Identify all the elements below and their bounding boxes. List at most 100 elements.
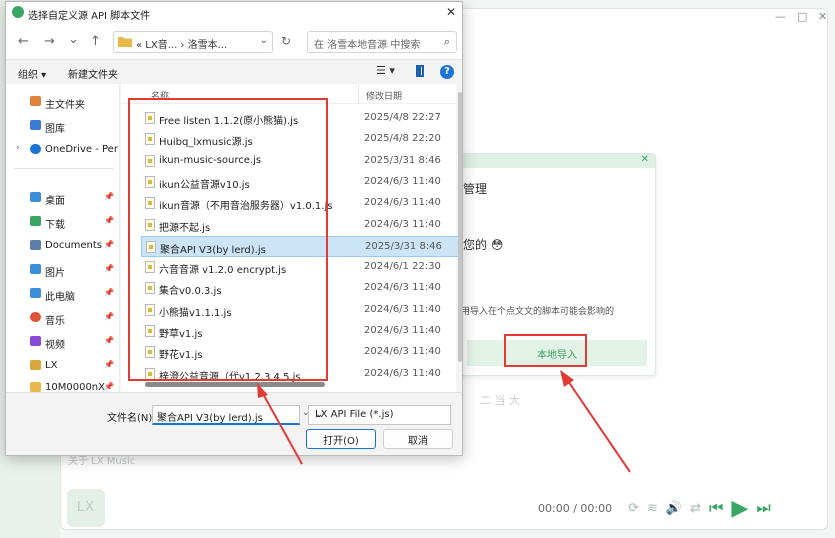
search-icon: ⌕ <box>443 35 450 48</box>
pin-icon: 📌 <box>104 336 114 345</box>
loop-icon[interactable]: ⟳ <box>628 501 639 516</box>
forward-arrow-icon[interactable]: → <box>44 34 55 49</box>
dialog-close-icon[interactable]: ✕ <box>446 5 456 19</box>
local-import-label: 本地导入 <box>537 349 577 361</box>
open-button[interactable]: 打开(O) <box>306 429 376 449</box>
view-options-button[interactable]: ☰ ▾ <box>376 64 395 77</box>
address-path: « LX音... › 洛雪本... <box>136 40 228 51</box>
nav-item-onedrive[interactable]: › OneDrive - Per <box>6 140 120 160</box>
nav-item-label: 下载 <box>45 220 65 231</box>
file-row[interactable]: ikun公益音源v10.js 2024/6/3 11:40 <box>141 172 459 193</box>
video-icon <box>30 336 41 346</box>
file-name: ikun公益音源v10.js <box>159 179 250 191</box>
recent-locations-icon[interactable]: ⌄ <box>68 32 79 47</box>
navigation-bar: ← → ⌄ ↑ « LX音... › 洛雪本... ⌄ ↻ 在 洛雪本地音源 中… <box>6 24 462 60</box>
minimize-button[interactable]: — <box>775 10 786 23</box>
file-row[interactable]: ikun音源（不用音治服务器）v1.0.1.js 2024/6/3 11:40 <box>141 193 459 214</box>
js-file-icon <box>145 175 155 188</box>
computer-icon <box>30 288 41 298</box>
pin-icon: 📌 <box>104 360 114 369</box>
panel-warning: 用导入在个点文文的脚本可能会影响的 <box>461 307 615 317</box>
file-row[interactable]: Huibq_lxmusic源.js 2025/4/8 22:20 <box>141 129 459 150</box>
search-input[interactable]: 在 洛雪本地音源 中搜索 ⌕ <box>307 31 457 53</box>
nav-item-this-pc[interactable]: 此电脑 📌 <box>6 284 120 304</box>
chevron-down-icon[interactable]: ⌄ <box>260 35 268 46</box>
file-name: 梓澄公益音源（代v1.2.3.4.5.js <box>159 371 301 383</box>
chevron-right-icon[interactable]: › <box>16 143 20 153</box>
nav-item-gallery[interactable]: 图库 <box>6 116 120 136</box>
shuffle-icon[interactable]: ⇄ <box>690 501 701 516</box>
horizontal-scrollbar[interactable] <box>145 382 325 387</box>
preview-pane-icon[interactable] <box>416 65 424 77</box>
up-arrow-icon[interactable]: ↑ <box>90 34 101 49</box>
file-row[interactable]: 六音音源 v1.2.0 encrypt.js 2024/6/1 22:30 <box>141 257 459 278</box>
lyrics-icon[interactable]: ≋ <box>647 501 658 516</box>
file-row[interactable]: Free listen 1.1.2(原小熊猫).js 2025/4/8 22:27 <box>141 108 459 129</box>
file-row[interactable]: 野花v1.js 2024/6/3 11:40 <box>141 342 459 363</box>
filename-input[interactable]: 聚合API V3(by lerd).js <box>152 405 300 425</box>
search-placeholder: 在 洛雪本地音源 中搜索 <box>314 40 421 51</box>
folder-icon <box>118 37 132 47</box>
navigation-pane: 主文件夹 图库 › OneDrive - Per 桌面 📌 下载 📌 Docum… <box>6 84 120 393</box>
nav-item-videos[interactable]: 视频 📌 <box>6 332 120 352</box>
file-date: 2024/6/3 11:40 <box>364 346 441 358</box>
vertical-scrollbar[interactable] <box>458 92 462 362</box>
maximize-button[interactable]: □ <box>797 10 807 23</box>
next-icon[interactable]: ⏭ <box>756 498 770 518</box>
column-date[interactable]: 修改日期 <box>366 89 402 102</box>
refresh-icon[interactable]: ↻ <box>281 34 291 48</box>
file-row[interactable]: 把源不起.js 2024/6/3 11:40 <box>141 215 459 236</box>
pin-icon: 📌 <box>104 382 114 391</box>
pin-icon: 📌 <box>104 264 114 273</box>
file-name: ikun-music-source.js <box>159 154 262 166</box>
dialog-title: 选择自定义源 API 脚本文件 <box>28 11 151 22</box>
nav-item-label: 主文件夹 <box>45 100 85 111</box>
address-bar[interactable]: « LX音... › 洛雪本... ⌄ <box>113 31 273 53</box>
column-divider[interactable] <box>358 84 359 104</box>
file-row[interactable]: 野草v1.js 2024/6/3 11:40 <box>141 321 459 342</box>
close-app-button[interactable]: ✕ <box>818 10 827 23</box>
pin-icon: 📌 <box>104 312 114 321</box>
file-date: 2024/6/3 11:40 <box>364 218 441 230</box>
folder-icon <box>30 382 41 392</box>
column-name[interactable]: 名称 <box>151 89 169 102</box>
file-list: 名称 修改日期 Free listen 1.1.2(原小熊猫).js 2025/4… <box>121 84 459 392</box>
app-icon <box>12 6 24 18</box>
js-file-icon <box>145 325 155 337</box>
file-row[interactable]: ikun-music-source.js 2025/3/31 8:46 <box>141 151 459 172</box>
play-icon[interactable]: ▶ <box>731 496 748 521</box>
local-import-button[interactable]: 本地导入 <box>467 340 647 366</box>
file-row[interactable]: 聚合API V3(by lerd).js 2025/3/31 8:46 <box>141 235 459 257</box>
picture-icon <box>30 264 41 274</box>
nav-item-desktop[interactable]: 桌面 📌 <box>6 188 120 208</box>
nav-item-documents[interactable]: Documents 📌 <box>6 236 120 256</box>
file-row[interactable]: 集合v0.0.3.js 2024/6/3 11:40 <box>141 278 459 299</box>
back-arrow-icon[interactable]: ← <box>18 34 29 49</box>
previous-icon[interactable]: ⏮ <box>709 498 723 518</box>
nav-item-home[interactable]: 主文件夹 <box>6 92 120 112</box>
file-date: 2025/4/8 22:20 <box>364 133 441 145</box>
download-icon <box>30 216 41 226</box>
organize-button[interactable]: 组织 ▾ <box>18 66 46 81</box>
help-icon[interactable]: ? <box>440 65 454 79</box>
filetype-select[interactable]: LX API File (*.js) ⌄ <box>308 405 451 425</box>
custom-source-panel: ✕ 管理 您的 😳 用导入在个点文文的脚本可能会影响的 本地导入 <box>456 153 656 376</box>
js-file-icon <box>145 303 155 316</box>
panel-close-icon[interactable]: ✕ <box>641 154 649 165</box>
file-name: 把源不起.js <box>159 222 211 234</box>
column-header: 名称 修改日期 <box>121 84 456 104</box>
file-date: 2024/6/3 11:40 <box>364 325 441 336</box>
nav-item-music[interactable]: 音乐 📌 <box>6 308 120 328</box>
new-folder-button[interactable]: 新建文件夹 <box>68 66 118 81</box>
nav-item-downloads[interactable]: 下载 📌 <box>6 212 120 232</box>
nav-item-pictures[interactable]: 图片 📌 <box>6 260 120 280</box>
dialog-titlebar: 选择自定义源 API 脚本文件 ✕ <box>6 2 462 24</box>
js-file-icon <box>145 261 155 274</box>
nav-item-lx[interactable]: LX 📌 <box>6 356 120 376</box>
filename-value: 聚合API V3(by lerd).js <box>157 413 263 424</box>
cancel-button[interactable]: 取消 <box>383 429 453 449</box>
file-row[interactable]: 小熊猫v1.1.1.js 2024/6/3 11:40 <box>141 300 459 321</box>
panel-title: 管理 <box>463 182 488 196</box>
js-file-icon <box>145 367 155 380</box>
volume-icon[interactable]: 🔊 <box>666 501 682 516</box>
